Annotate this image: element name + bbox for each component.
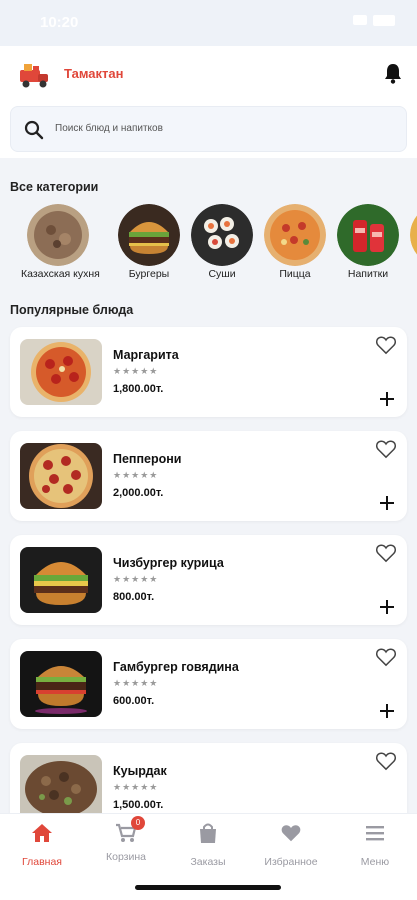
bell-icon[interactable] [383, 62, 403, 84]
category-image [191, 204, 253, 266]
category-kazakh[interactable]: Казахская кухня [21, 204, 100, 280]
category-label: Суши [208, 268, 236, 280]
home-indicator [135, 885, 281, 890]
dish-price: 2,000.00т. [113, 487, 164, 499]
status-bar: 10:20 [0, 0, 417, 46]
bag-icon [200, 823, 216, 843]
dish-card-pepperoni[interactable]: Пепперони ★★★★★ 2,000.00т. [10, 431, 407, 521]
category-image [118, 204, 180, 266]
search-input[interactable]: Поиск блюд и напитков [10, 106, 407, 152]
dish-card-hamburger-beef[interactable]: Гамбургер говядина ★★★★★ 600.00т. [10, 639, 407, 729]
dish-name: Пепперони [113, 452, 182, 466]
popular-title: Популярные блюда [10, 303, 134, 317]
add-to-cart-plus-icon[interactable] [379, 599, 395, 615]
tab-home[interactable]: Главная [2, 822, 82, 868]
status-icons [353, 15, 395, 26]
category-label: Напитки [347, 268, 389, 280]
dish-image [20, 651, 102, 717]
dish-rating: ★★★★★ [113, 678, 159, 688]
category-label: Пицца [279, 268, 311, 280]
category-drinks[interactable]: Напитки [331, 204, 405, 280]
tab-orders[interactable]: Заказы [168, 822, 248, 868]
dish-name: Гамбургер говядина [113, 660, 239, 674]
dish-price: 600.00т. [113, 695, 155, 707]
dish-image [20, 755, 102, 821]
dish-card-margherita[interactable]: Маргарита ★★★★★ 1,800.00т. [10, 327, 407, 417]
truck-logo-icon [20, 64, 48, 88]
add-to-cart-plus-icon[interactable] [379, 495, 395, 511]
cart-icon-wrap: 0 [115, 816, 145, 844]
category-image [27, 204, 89, 266]
category-label: Казахская кухня [21, 268, 100, 280]
header: Тамактан Поиск блюд и напитков [0, 46, 417, 158]
tab-cart[interactable]: 0 Корзина [86, 816, 166, 863]
tab-label: Корзина [106, 851, 146, 863]
dish-name: Куырдак [113, 764, 167, 778]
dish-image [20, 547, 102, 613]
category-burgers[interactable]: Бургеры [112, 204, 186, 280]
add-to-cart-plus-icon[interactable] [379, 391, 395, 407]
dish-card-cheeseburger-chicken[interactable]: Чизбургер курица ★★★★★ 800.00т. [10, 535, 407, 625]
favorite-heart-icon[interactable] [375, 647, 397, 667]
dish-rating: ★★★★★ [113, 470, 159, 480]
favorite-heart-icon[interactable] [375, 751, 397, 771]
search-placeholder: Поиск блюд и напитков [55, 123, 163, 134]
categories-title: Все категории [10, 180, 99, 194]
categories-list: Казахская кухня Бургеры Суши Пицца Напит… [0, 204, 417, 284]
dish-image [20, 443, 102, 509]
app-title: Тамактан [64, 66, 124, 81]
dish-rating: ★★★★★ [113, 366, 159, 376]
dish-name: Чизбургер курица [113, 556, 224, 570]
add-to-cart-plus-icon[interactable] [379, 703, 395, 719]
status-time: 10:20 [40, 14, 79, 31]
dish-image [20, 339, 102, 405]
dish-price: 800.00т. [113, 591, 155, 603]
dish-rating: ★★★★★ [113, 782, 159, 792]
tab-favorites[interactable]: Избранное [251, 822, 331, 868]
favorite-heart-icon[interactable] [375, 335, 397, 355]
category-image [410, 204, 417, 266]
tab-label: Заказы [190, 856, 226, 868]
category-label: Бургеры [128, 268, 170, 280]
cart-badge: 0 [131, 816, 145, 830]
category-pizza[interactable]: Пицца [258, 204, 332, 280]
favorite-heart-icon[interactable] [375, 439, 397, 459]
dish-price: 1,800.00т. [113, 383, 164, 395]
home-icon [32, 824, 52, 842]
dish-name: Маргарита [113, 348, 179, 362]
tab-label: Меню [360, 856, 390, 868]
category-more[interactable] [404, 204, 417, 268]
favorite-heart-icon[interactable] [375, 543, 397, 563]
tab-label: Избранное [264, 856, 318, 868]
search-icon [24, 120, 44, 140]
dish-price: 1,500.00т. [113, 799, 164, 811]
tab-label: Главная [22, 856, 62, 868]
dish-rating: ★★★★★ [113, 574, 159, 584]
dish-card-kuyrdak[interactable]: Куырдак ★★★★★ 1,500.00т. [10, 743, 407, 821]
heart-icon [281, 825, 301, 842]
category-image [264, 204, 326, 266]
menu-icon [366, 826, 384, 841]
category-image [337, 204, 399, 266]
category-sushi[interactable]: Суши [185, 204, 259, 280]
tab-menu[interactable]: Меню [335, 822, 415, 868]
